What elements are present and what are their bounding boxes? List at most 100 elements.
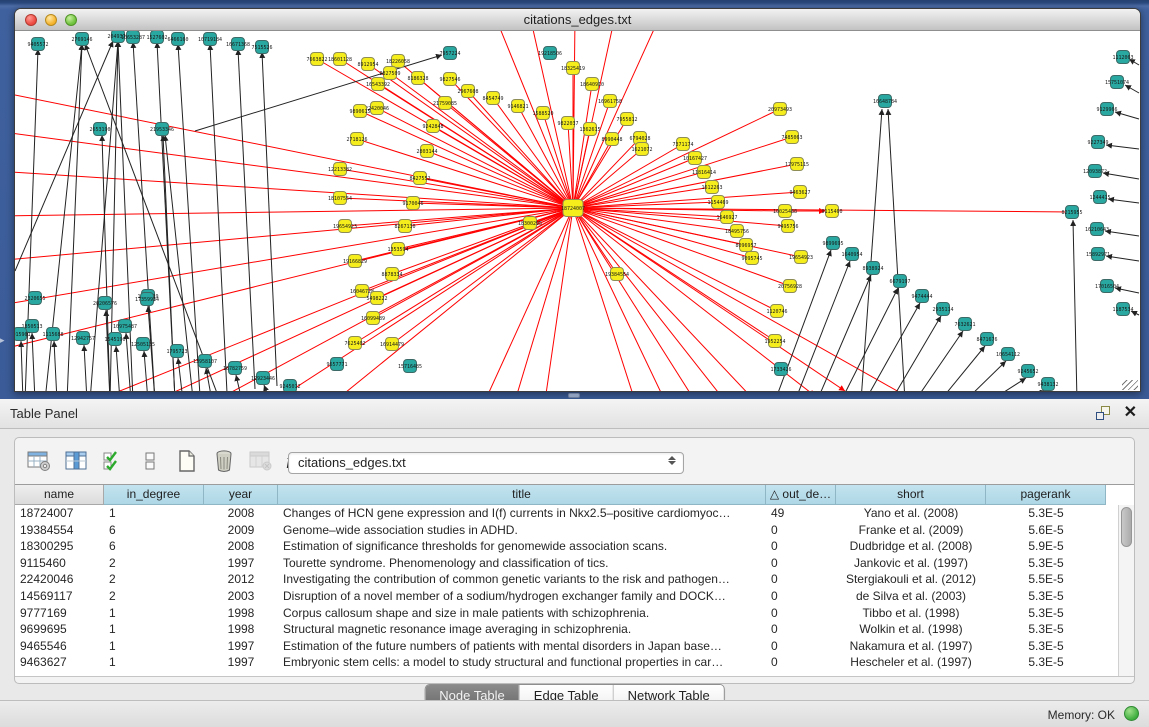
table-row[interactable]: 946554611997Estimation of the future num…: [15, 638, 1118, 655]
row-selection-icon[interactable]: [99, 447, 127, 475]
table-cell: 9463627: [15, 654, 104, 671]
table-cell: 9777169: [15, 605, 104, 622]
table-cell: 1: [104, 654, 204, 671]
graph-node-label: 3915901: [15, 332, 31, 338]
table-cell: 5.3E-5: [986, 588, 1106, 605]
table-cell: 22420046: [15, 571, 104, 588]
graph-node-label: 18300295: [518, 221, 542, 227]
table-cell: 1: [104, 605, 204, 622]
table-scrollbar-thumb[interactable]: [1121, 507, 1132, 547]
table-row[interactable]: 969969511998Structural magnetic resonanc…: [15, 621, 1118, 638]
table-cell: Jankovic et al. (1997): [836, 555, 986, 572]
table-scrollbar[interactable]: [1118, 505, 1134, 676]
table-row[interactable]: 2242004622012Investigating the contribut…: [15, 571, 1118, 588]
table-cell: 1: [104, 638, 204, 655]
rows-icon[interactable]: [136, 447, 164, 475]
table-cell: 5.5E-5: [986, 571, 1106, 588]
graph-node-label: 8215955: [1061, 210, 1082, 216]
window-titlebar[interactable]: citations_edges.txt: [15, 9, 1140, 31]
graph-node-label: 8990448: [601, 137, 622, 143]
table-settings-icon[interactable]: [25, 447, 53, 475]
table-cell: de Silva et al. (2003): [836, 588, 986, 605]
table-cell: Hescheler et al. (1997): [836, 654, 986, 671]
table-cell: 0: [766, 522, 836, 539]
graph-node-label: 8096957: [735, 243, 756, 249]
table-row[interactable]: 946362711997Embryonic stem cells: a mode…: [15, 654, 1118, 671]
graph-node-label: 1646927: [716, 215, 737, 221]
import-table-disabled-icon[interactable]: [247, 447, 275, 475]
network-graph-canvas[interactable]: 9405572276914620493791065328715276026466…: [15, 31, 1140, 391]
graph-node-label: 9438132: [1037, 382, 1058, 388]
graph-node-label: 15716485: [398, 364, 422, 370]
table-row[interactable]: 1830029562008Estimation of significance …: [15, 538, 1118, 555]
table-row[interactable]: 911546021997Tourette syndrome. Phenomeno…: [15, 555, 1118, 572]
table-cell: Embryonic stem cells: a model to study s…: [278, 654, 766, 671]
column-header-name[interactable]: name: [15, 485, 104, 505]
graph-node-label: 21953346: [150, 127, 174, 133]
canvas-resize-grip[interactable]: [1122, 380, 1138, 390]
table-cell: 18724007: [15, 505, 104, 522]
table-cell: Estimation of significance thresholds fo…: [278, 538, 766, 555]
splitter-handle[interactable]: [568, 393, 580, 398]
delete-table-icon[interactable]: [210, 447, 238, 475]
graph-node-label: 16914479: [380, 342, 404, 348]
table-cell: 1997: [204, 654, 278, 671]
table-cell: 1997: [204, 555, 278, 572]
table-cell: 0: [766, 638, 836, 655]
table-cell: Wolkin et al. (1998): [836, 621, 986, 638]
zoom-window-icon[interactable]: [65, 14, 77, 26]
table-cell: Franke et al. (2009): [836, 522, 986, 539]
column-header-year[interactable]: year: [204, 485, 278, 505]
graph-node-label: 10653287: [121, 35, 145, 41]
panel-expander-icon[interactable]: ▸: [0, 333, 8, 347]
graph-node-label: 1115688: [42, 332, 63, 338]
graph-node-label: 9899695: [822, 241, 843, 247]
table-row[interactable]: 977716911998Corpus callosum shape and si…: [15, 605, 1118, 622]
new-table-icon[interactable]: [173, 447, 201, 475]
graph-node-label: 19166829: [343, 259, 367, 265]
graph-node-label: 19218506: [538, 51, 562, 57]
close-panel-icon[interactable]: ✕: [1124, 405, 1137, 421]
column-chooser-icon[interactable]: [62, 447, 90, 475]
graph-node-label: 2769146: [71, 37, 92, 43]
graph-node-label: 18640910: [580, 82, 604, 88]
graph-node-label: 10654112: [996, 352, 1020, 358]
float-panel-icon[interactable]: [1096, 406, 1110, 420]
graph-node-label: 9495756: [777, 224, 798, 230]
graph-node-label: 7515526: [251, 45, 272, 51]
graph-node-label: 7955812: [616, 117, 637, 123]
column-header-out_de[interactable]: △ out_de…: [766, 485, 836, 505]
table-row[interactable]: 1456911722003Disruption of a novel membe…: [15, 588, 1118, 605]
graph-node-label: 9657771: [326, 362, 347, 368]
graph-node-label: 6466160: [167, 37, 188, 43]
table-cell: Yano et al. (2008): [836, 505, 986, 522]
graph-node-label: 16782759: [223, 366, 247, 372]
column-header-title[interactable]: title: [278, 485, 766, 505]
table-cell: Investigating the contribution of common…: [278, 571, 766, 588]
graph-node-label: 6794028: [629, 136, 650, 142]
table-cell: 2009: [204, 522, 278, 539]
graph-node-label: 1362615: [579, 127, 600, 133]
table-row[interactable]: 1872400712008Changes of HCN gene express…: [15, 505, 1118, 522]
table-selector-dropdown[interactable]: citations_edges.txt: [288, 452, 684, 474]
network-view-window: citations_edges.txt 94055722769146204937…: [14, 8, 1141, 392]
network-graph[interactable]: 9405572276914620493791065328715276026466…: [15, 31, 1140, 391]
graph-node-label: 6679197: [889, 279, 910, 285]
graph-node-label: 9245012: [279, 384, 300, 390]
table-cell: 9465546: [15, 638, 104, 655]
table-cell: 6: [104, 538, 204, 555]
table-cell: 5.3E-5: [986, 605, 1106, 622]
column-header-short[interactable]: short: [836, 485, 986, 505]
table-cell: 19384554: [15, 522, 104, 539]
minimize-window-icon[interactable]: [45, 14, 57, 26]
memory-status-icon[interactable]: [1124, 706, 1139, 721]
graph-node-label: 8878334: [381, 272, 402, 278]
column-header-pagerank[interactable]: pagerank: [986, 485, 1106, 505]
table-row[interactable]: 1938455462009Genome–wide association stu…: [15, 522, 1118, 539]
column-header-in_degree[interactable]: in_degree: [104, 485, 204, 505]
graph-node-label: 7632621: [954, 322, 975, 328]
close-window-icon[interactable]: [25, 14, 37, 26]
table-body: 1872400712008Changes of HCN gene express…: [15, 505, 1118, 676]
graph-node-label: 2935114: [932, 307, 953, 313]
graph-node-label: 17016504: [1095, 284, 1119, 290]
